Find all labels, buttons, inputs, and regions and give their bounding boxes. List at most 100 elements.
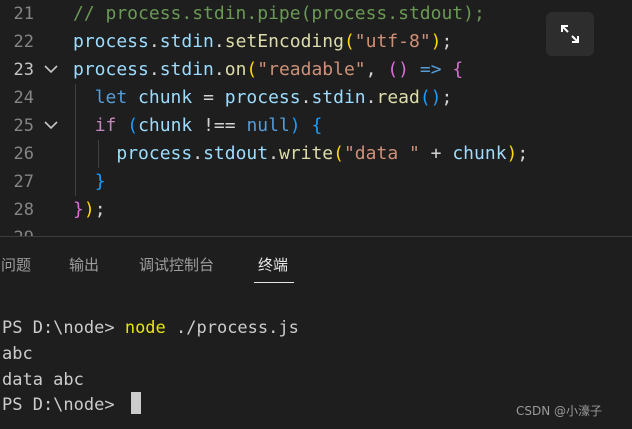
active-tab-indicator bbox=[254, 282, 294, 283]
code-line: 24 let chunk = process.stdin.read(); bbox=[0, 84, 632, 112]
code-line: 27 } bbox=[0, 168, 632, 196]
code-token: ) bbox=[83, 199, 95, 220]
code-token: } bbox=[73, 199, 84, 220]
code-token: ; bbox=[94, 199, 106, 220]
terminal-command: node bbox=[124, 318, 166, 338]
code-token: . bbox=[213, 31, 225, 52]
code-token: stdin bbox=[311, 87, 366, 108]
code-token: } bbox=[94, 171, 106, 192]
line-number: 26 bbox=[13, 144, 34, 164]
code-token: ) bbox=[289, 115, 301, 136]
code-token: ) bbox=[430, 31, 442, 52]
code-token: . bbox=[192, 143, 204, 164]
line-number: 29 bbox=[0, 224, 34, 236]
code-token: if bbox=[94, 115, 117, 136]
code-token: ) bbox=[506, 143, 518, 164]
code-token: ; bbox=[441, 87, 453, 108]
panel-tab-bar: 问题 输出 调试控制台 终端 bbox=[0, 237, 632, 287]
code-token: stdout bbox=[203, 143, 269, 164]
code-text: process.stdin.setEncoding("utf-8"); bbox=[73, 28, 452, 56]
code-token: { bbox=[311, 115, 323, 136]
code-token: => bbox=[409, 59, 453, 80]
line-number: 21 bbox=[13, 4, 34, 24]
terminal-line: data abc bbox=[2, 370, 84, 390]
code-token: stdin bbox=[159, 59, 214, 80]
code-token: ( bbox=[127, 115, 139, 136]
code-token: . bbox=[268, 143, 279, 164]
terminal-cursor bbox=[130, 392, 141, 414]
terminal-line: PS D:\node> node ./process.js bbox=[2, 315, 299, 341]
code-token: process bbox=[116, 143, 193, 164]
tab-problems[interactable]: 问题 bbox=[1, 254, 31, 275]
code-token: read bbox=[376, 87, 420, 108]
code-text: process.stdout.write("data " + chunk); bbox=[73, 140, 528, 168]
code-token: + bbox=[419, 143, 453, 164]
code-token: () bbox=[419, 87, 442, 108]
code-token: "readable" bbox=[257, 59, 366, 80]
code-text: process.stdin.on("readable", () => { bbox=[73, 56, 463, 84]
code-token: ( bbox=[333, 143, 344, 164]
terminal-args: ./process.js bbox=[165, 318, 299, 338]
code-line: 23 process.stdin.on("readable", () => { bbox=[0, 56, 632, 84]
code-token: let bbox=[94, 87, 128, 108]
code-token: setEncoding bbox=[224, 31, 344, 52]
terminal-prompt: PS D:\node> bbox=[2, 318, 125, 338]
line-number: 28 bbox=[13, 200, 34, 220]
code-token: on bbox=[224, 59, 247, 80]
code-token: { bbox=[452, 59, 464, 80]
expand-icon bbox=[561, 25, 579, 43]
code-token: "utf-8" bbox=[354, 31, 431, 52]
code-text: // process.stdin.pipe(process.stdout); bbox=[73, 0, 485, 28]
code-token: stdin bbox=[159, 31, 214, 52]
code-line: 21 // process.stdin.pipe(process.stdout); bbox=[0, 0, 632, 28]
code-line: 29 bbox=[0, 224, 632, 236]
line-number: 25 bbox=[13, 116, 34, 136]
code-token: write bbox=[278, 143, 334, 164]
code-token: . bbox=[365, 87, 377, 108]
code-token: "data " bbox=[343, 143, 420, 164]
code-token: () bbox=[387, 59, 410, 80]
code-token: . bbox=[300, 87, 312, 108]
line-number: 22 bbox=[13, 32, 34, 52]
code-token: ( bbox=[246, 59, 258, 80]
code-token: ( bbox=[343, 31, 355, 52]
expand-button[interactable] bbox=[546, 12, 594, 56]
code-token: process bbox=[73, 59, 149, 80]
code-token: , bbox=[365, 59, 388, 80]
line-number: 27 bbox=[13, 172, 34, 192]
terminal-line: abc bbox=[2, 344, 33, 364]
code-token: chunk bbox=[127, 87, 204, 108]
code-token: null bbox=[246, 115, 290, 136]
code-line: 22 process.stdin.setEncoding("utf-8"); bbox=[0, 28, 632, 56]
code-token: . bbox=[148, 59, 160, 80]
code-token: chunk bbox=[138, 115, 193, 136]
code-token: . bbox=[213, 59, 225, 80]
tab-terminal[interactable]: 终端 bbox=[258, 254, 288, 275]
code-text: let chunk = process.stdin.read(); bbox=[73, 84, 453, 112]
code-token: // process.stdin.pipe(process.stdout); bbox=[73, 3, 485, 24]
code-line: 28}); bbox=[0, 196, 632, 224]
watermark: CSDN @小濠子 bbox=[516, 404, 603, 418]
terminal-line: PS D:\node> bbox=[2, 392, 141, 418]
tab-output[interactable]: 输出 bbox=[69, 254, 99, 275]
line-number: 24 bbox=[13, 88, 34, 108]
code-token: = bbox=[203, 87, 225, 108]
code-token: ; bbox=[441, 31, 453, 52]
code-line: 26 process.stdout.write("data " + chunk)… bbox=[0, 140, 632, 168]
code-text: }); bbox=[73, 196, 106, 224]
fold-chevron-icon[interactable] bbox=[44, 56, 58, 84]
code-editor[interactable]: 21 // process.stdin.pipe(process.stdout);… bbox=[0, 0, 632, 236]
code-token: ; bbox=[517, 143, 529, 164]
code-token: chunk bbox=[452, 143, 507, 164]
fold-chevron-icon[interactable] bbox=[44, 112, 58, 140]
line-number: 23 bbox=[13, 60, 34, 80]
code-token: process bbox=[73, 31, 149, 52]
tab-debug-console[interactable]: 调试控制台 bbox=[139, 254, 214, 275]
code-token: !== bbox=[192, 115, 247, 136]
